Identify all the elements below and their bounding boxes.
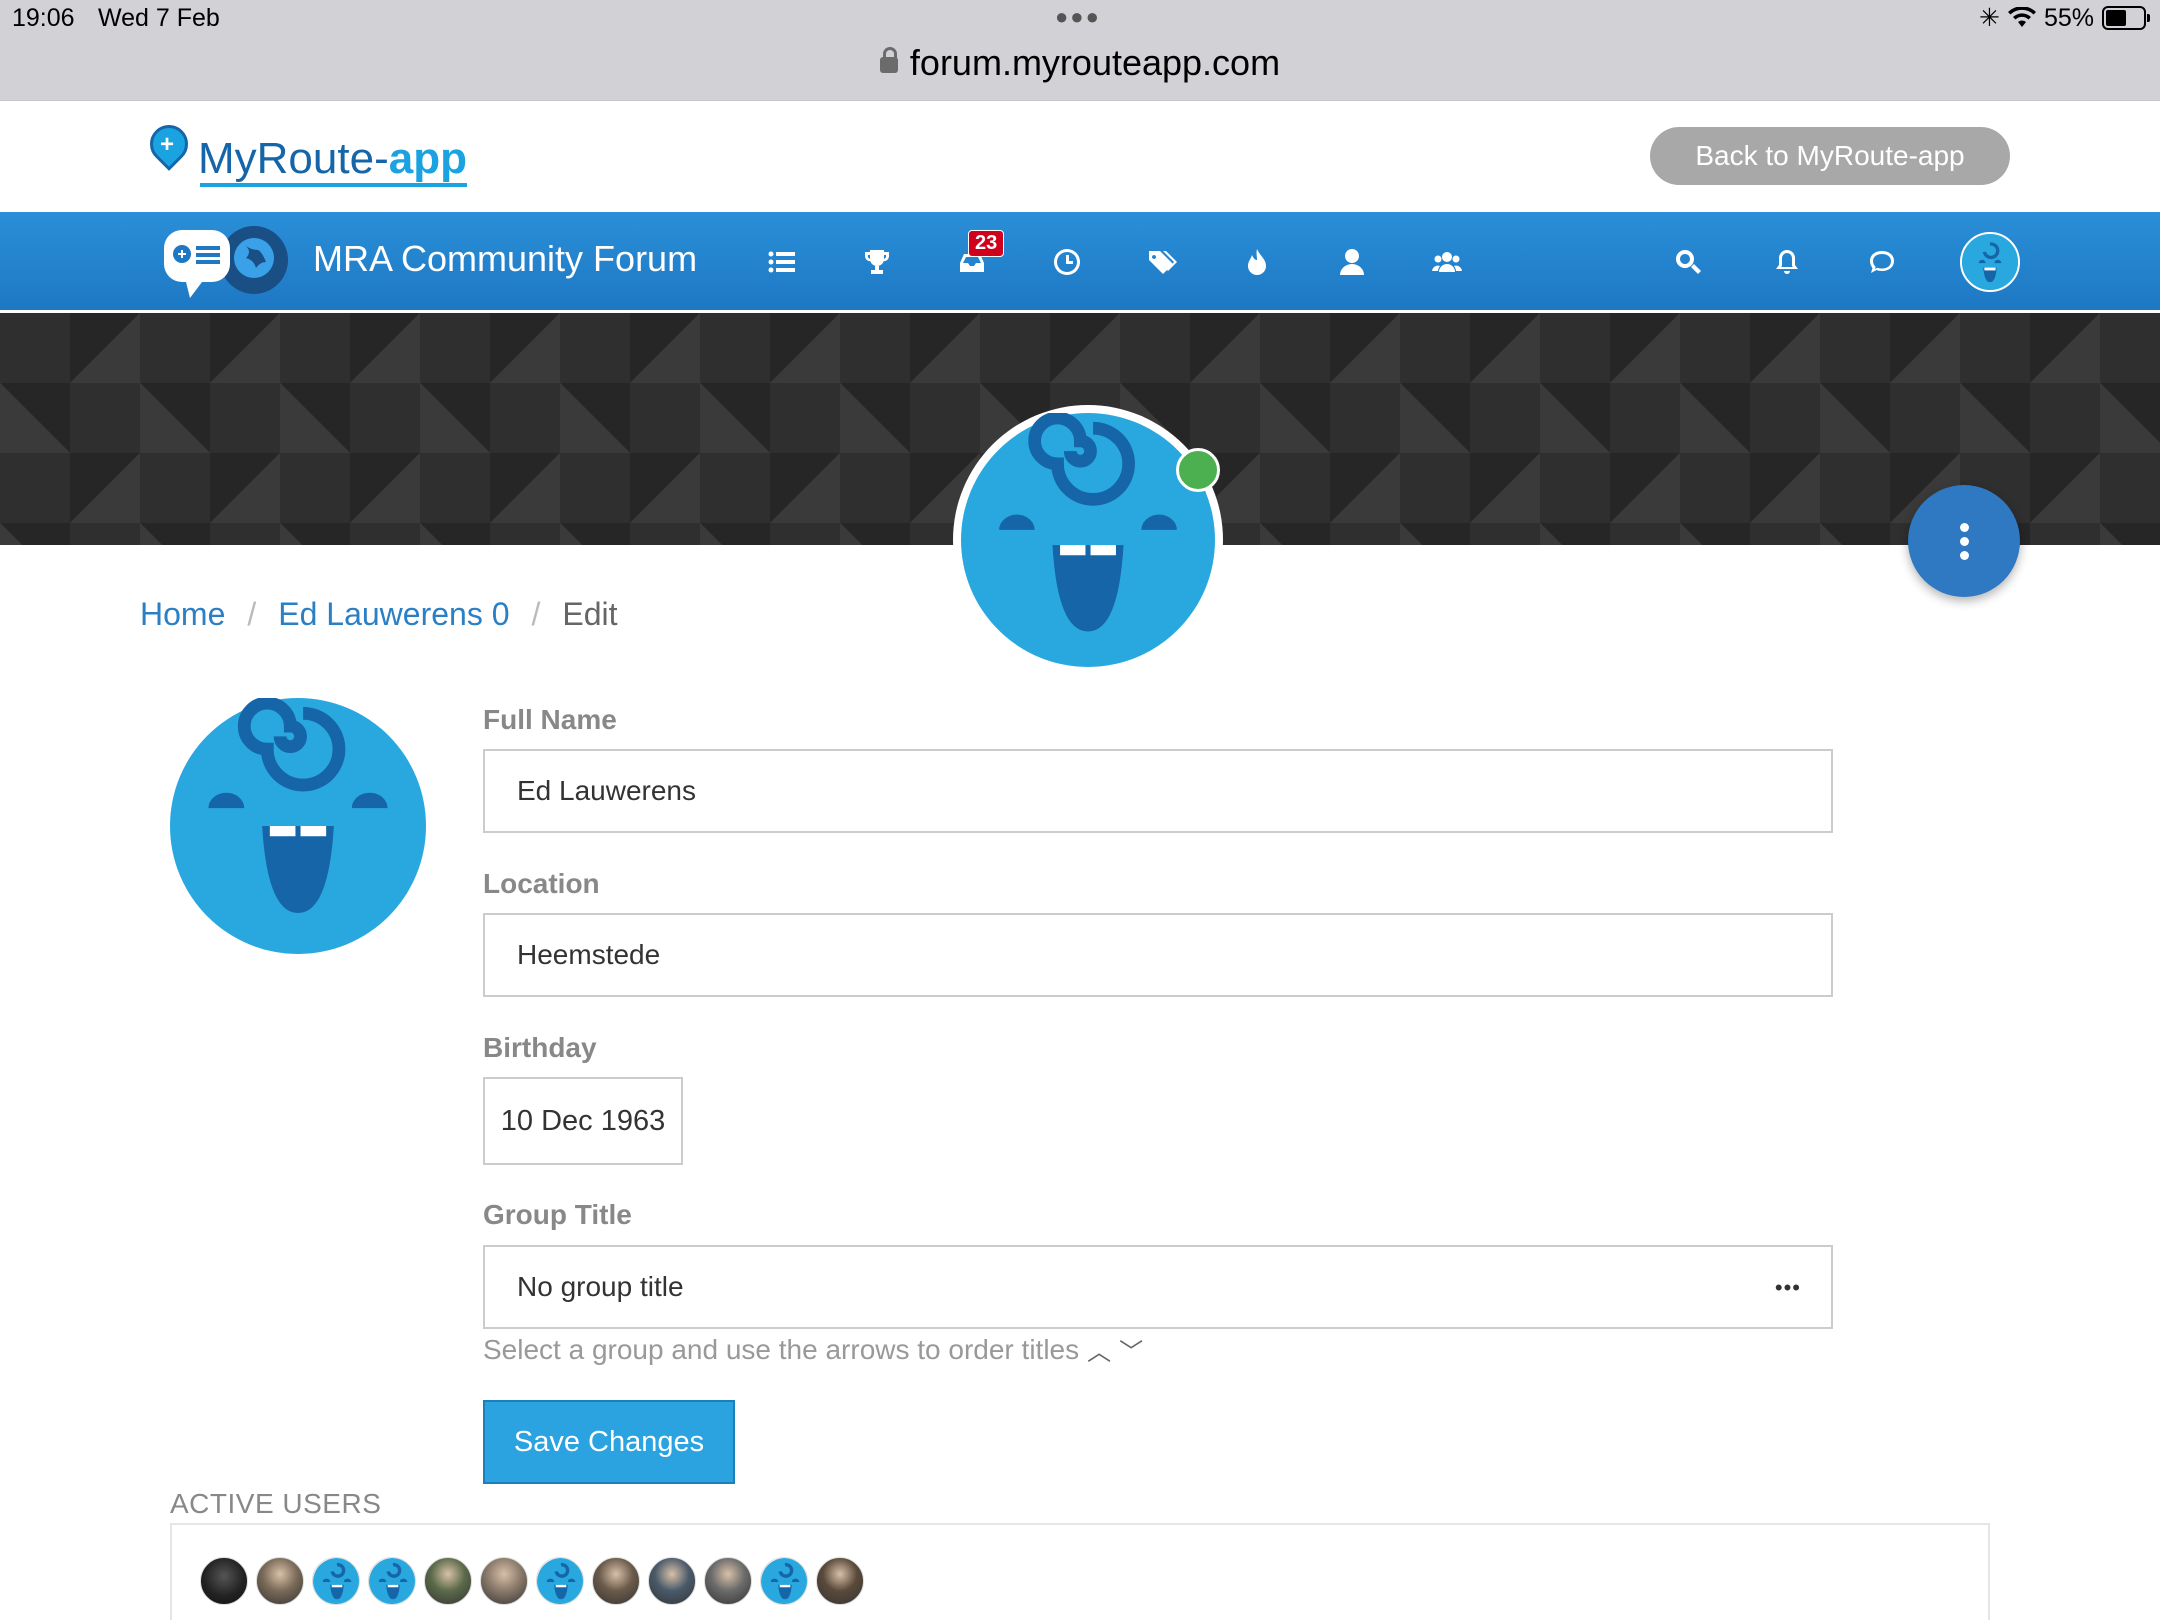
profile-cover-avatar[interactable] bbox=[953, 405, 1223, 675]
group-title-select[interactable]: No group title ••• bbox=[483, 1245, 1833, 1329]
lock-icon bbox=[879, 47, 898, 73]
location-label: Location bbox=[483, 868, 600, 899]
breadcrumb: Home / Ed Lauwerens 0 / Edit bbox=[140, 596, 618, 633]
profile-menu-button[interactable] bbox=[1908, 485, 2020, 597]
unread-badge: 23 bbox=[968, 230, 1005, 257]
categories-icon[interactable] bbox=[762, 242, 802, 282]
active-user-avatar[interactable] bbox=[256, 1557, 304, 1605]
search-icon[interactable] bbox=[1668, 242, 1708, 282]
breadcrumb-separator: / bbox=[531, 596, 541, 632]
myroute-logo[interactable]: + MyRoute-app bbox=[142, 117, 467, 187]
active-user-avatar[interactable] bbox=[312, 1557, 360, 1605]
forum-title[interactable]: MRA Community Forum bbox=[313, 238, 697, 280]
online-status-dot bbox=[1176, 448, 1220, 492]
activity-icon: ✳ bbox=[1979, 4, 2000, 32]
save-changes-button[interactable]: Save Changes bbox=[483, 1400, 735, 1484]
active-user-avatar[interactable] bbox=[816, 1557, 864, 1605]
active-user-avatar[interactable] bbox=[368, 1557, 416, 1605]
recent-icon[interactable] bbox=[1047, 242, 1087, 282]
group-title-value: No group title bbox=[517, 1271, 684, 1302]
active-user-avatar[interactable] bbox=[480, 1557, 528, 1605]
active-user-avatar[interactable] bbox=[704, 1557, 752, 1605]
full-name-input[interactable]: Ed Lauwerens bbox=[483, 749, 1833, 833]
group-title-help-text: Select a group and use the arrows to ord… bbox=[483, 1333, 1080, 1365]
ios-status-bar: 19:06 Wed 7 Feb ●●● ✳ 55% forum.myroutea… bbox=[0, 0, 2160, 100]
full-name-label: Full Name bbox=[483, 704, 617, 735]
popular-icon[interactable] bbox=[1237, 242, 1277, 282]
battery-icon bbox=[2102, 6, 2150, 30]
breadcrumb-home[interactable]: Home bbox=[140, 596, 225, 633]
site-header: + MyRoute-app Back to MyRoute-app bbox=[0, 100, 2160, 212]
birthday-label: Birthday bbox=[483, 1032, 597, 1063]
trophy-icon[interactable] bbox=[857, 242, 897, 282]
url-bar[interactable]: forum.myrouteapp.com bbox=[0, 42, 2160, 84]
profile-picture[interactable] bbox=[170, 698, 426, 954]
active-users-title: ACTIVE USERS bbox=[170, 1488, 382, 1519]
breadcrumb-current: Edit bbox=[562, 596, 618, 632]
more-dots-icon: ••• bbox=[1774, 1275, 1801, 1300]
breadcrumb-separator: / bbox=[247, 596, 257, 632]
active-user-avatar[interactable] bbox=[424, 1557, 472, 1605]
status-indicators: ✳ 55% bbox=[1979, 3, 2150, 33]
forum-logo-icon[interactable] bbox=[160, 224, 290, 300]
status-date: Wed 7 Feb bbox=[98, 4, 220, 32]
active-user-avatar[interactable] bbox=[760, 1557, 808, 1605]
active-user-avatar[interactable] bbox=[648, 1557, 696, 1605]
active-user-avatar[interactable] bbox=[200, 1557, 248, 1605]
breadcrumb-user[interactable]: Ed Lauwerens 0 bbox=[278, 596, 509, 633]
battery-percent: 55% bbox=[2043, 3, 2094, 32]
chevron-up-icon[interactable]: ︿ bbox=[1087, 1332, 1111, 1367]
user-icon[interactable] bbox=[1332, 242, 1372, 282]
group-title-label: Group Title bbox=[483, 1199, 632, 1230]
pin-icon: + bbox=[142, 117, 196, 181]
url-text: forum.myrouteapp.com bbox=[909, 42, 1281, 83]
tags-icon[interactable] bbox=[1142, 242, 1182, 282]
location-input[interactable]: Heemstede bbox=[483, 913, 1833, 997]
back-to-app-button[interactable]: Back to MyRoute-app bbox=[1650, 127, 2010, 185]
avatar[interactable] bbox=[1960, 232, 2020, 292]
birthday-input[interactable]: 10 Dec 1963 bbox=[483, 1077, 683, 1165]
status-time: 19:06 bbox=[12, 4, 75, 32]
wifi-icon bbox=[2007, 7, 2036, 27]
forum-navbar: MRA Community Forum 23 bbox=[0, 212, 2160, 312]
group-title-help: Select a group and use the arrows to ord… bbox=[483, 1332, 1143, 1367]
active-user-avatar[interactable] bbox=[592, 1557, 640, 1605]
logo-text: MyRoute-app bbox=[198, 134, 467, 183]
chevron-down-icon[interactable]: ﹀ bbox=[1119, 1332, 1143, 1367]
bell-icon[interactable] bbox=[1767, 242, 1807, 282]
active-users-list bbox=[200, 1557, 864, 1605]
more-dots-icon[interactable]: ●●● bbox=[1055, 4, 1101, 30]
chat-icon[interactable] bbox=[1862, 242, 1902, 282]
groups-icon[interactable] bbox=[1427, 242, 1467, 282]
active-user-avatar[interactable] bbox=[536, 1557, 584, 1605]
